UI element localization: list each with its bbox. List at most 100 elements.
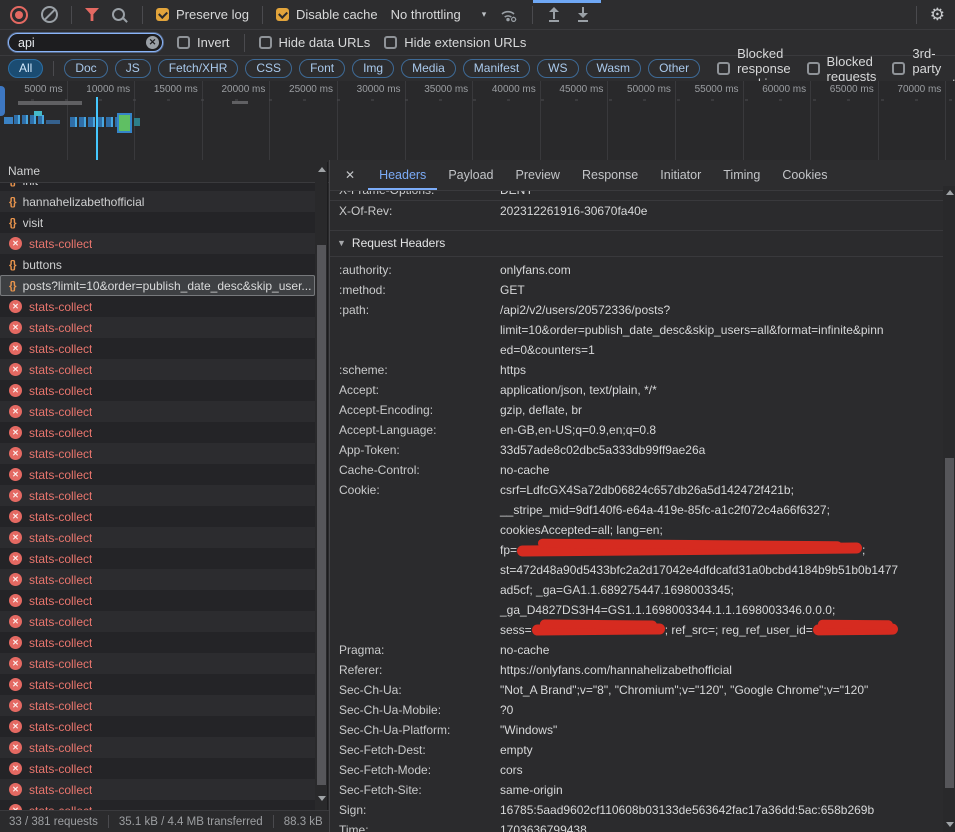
filter-pill-fetch-xhr[interactable]: Fetch/XHR — [158, 59, 239, 78]
filter-toggle-icon[interactable] — [85, 8, 99, 21]
tab-timing[interactable]: Timing — [712, 160, 771, 190]
request-row[interactable]: ✕stats-collect — [0, 401, 315, 422]
header-name: Accept-Language: — [330, 420, 500, 440]
name-column-header[interactable]: Name — [0, 160, 330, 183]
hide-extension-urls-label: Hide extension URLs — [404, 35, 526, 50]
tab-preview[interactable]: Preview — [505, 160, 571, 190]
request-row[interactable]: ✕stats-collect — [0, 695, 315, 716]
tab-payload[interactable]: Payload — [437, 160, 504, 190]
throttling-dropdown[interactable]: No throttling ▾ — [391, 7, 487, 22]
request-row[interactable]: ✕stats-collect — [0, 233, 315, 254]
request-row[interactable]: ✕stats-collect — [0, 716, 315, 737]
hide-extension-urls-checkbox[interactable]: Hide extension URLs — [384, 35, 526, 50]
import-har-icon[interactable] — [546, 7, 562, 22]
checkbox-label: Blocked requests — [827, 54, 877, 84]
request-row[interactable]: ✕stats-collect — [0, 464, 315, 485]
header-name: Sec-Fetch-Mode: — [330, 760, 500, 780]
request-row[interactable]: ✕stats-collect — [0, 296, 315, 317]
tab-initiator[interactable]: Initiator — [649, 160, 712, 190]
tab-headers[interactable]: Headers — [368, 160, 437, 190]
invert-checkbox[interactable]: Invert — [177, 35, 230, 50]
request-row[interactable]: ✕stats-collect — [0, 779, 315, 800]
tab-cookies[interactable]: Cookies — [771, 160, 838, 190]
request-row[interactable]: ✕stats-collect — [0, 653, 315, 674]
request-row[interactable]: ✕stats-collect — [0, 632, 315, 653]
header-value-text: /api2/v2/users/20572336/posts? — [500, 303, 670, 317]
scrollbar-thumb[interactable] — [945, 458, 954, 788]
overview-column: 20000 ms — [203, 81, 271, 160]
request-row[interactable]: ✕stats-collect — [0, 338, 315, 359]
network-conditions-icon[interactable] — [499, 7, 519, 23]
request-row[interactable]: {}visit — [0, 212, 315, 233]
filter-pill-css[interactable]: CSS — [245, 59, 292, 78]
record-network-log-button[interactable] — [10, 6, 28, 24]
request-row[interactable]: ✕stats-collect — [0, 611, 315, 632]
request-row[interactable]: ✕stats-collect — [0, 674, 315, 695]
request-row[interactable]: {}init — [0, 183, 315, 191]
request-headers-list: :authority:onlyfans.com:method:GET:path:… — [330, 257, 955, 832]
request-row[interactable]: ✕stats-collect — [0, 422, 315, 443]
request-row[interactable]: ✕stats-collect — [0, 506, 315, 527]
request-row[interactable]: ✕stats-collect — [0, 737, 315, 758]
filter-pill-media[interactable]: Media — [401, 59, 456, 78]
disclosure-triangle-icon: ▼ — [337, 231, 346, 256]
header-value-text: _ga_D4827DS3H4=GS1.1.1698003344.1.1.1698… — [500, 603, 835, 617]
request-row[interactable]: ✕stats-collect — [0, 548, 315, 569]
filter-pill-all[interactable]: All — [8, 59, 43, 78]
filter-pill-js[interactable]: JS — [115, 59, 151, 78]
preserve-log-checkbox[interactable]: Preserve log — [156, 7, 249, 22]
request-row[interactable]: ✕stats-collect — [0, 569, 315, 590]
disable-cache-checkbox[interactable]: Disable cache — [276, 7, 378, 22]
request-failed-icon: ✕ — [9, 741, 22, 754]
scroll-up-arrow[interactable] — [318, 167, 326, 172]
request-list-scrollbar[interactable] — [315, 162, 328, 810]
request-row[interactable]: ✕stats-collect — [0, 527, 315, 548]
status-divider — [273, 815, 274, 828]
timeline-tick-label: 15000 ms — [135, 81, 202, 95]
hide-data-urls-checkbox[interactable]: Hide data URLs — [259, 35, 371, 50]
json-request-icon: {} — [9, 196, 16, 208]
tab-response[interactable]: Response — [571, 160, 649, 190]
filter-input[interactable] — [8, 33, 163, 52]
close-icon[interactable]: ✕ — [330, 168, 368, 182]
request-row[interactable]: ✕stats-collect — [0, 485, 315, 506]
scrollbar-thumb[interactable] — [317, 245, 326, 785]
filter-pill-other[interactable]: Other — [648, 59, 700, 78]
request-headers-section[interactable]: ▼ Request Headers — [330, 230, 955, 257]
request-row[interactable]: ✕stats-collect — [0, 443, 315, 464]
scroll-up-arrow[interactable] — [946, 190, 954, 195]
request-row[interactable]: {}hannahelizabethofficial — [0, 191, 315, 212]
request-row[interactable]: ✕stats-collect — [0, 380, 315, 401]
request-row[interactable]: ✕stats-collect — [0, 359, 315, 380]
clear-filter-icon[interactable]: ✕ — [146, 36, 159, 49]
scroll-down-arrow[interactable] — [946, 822, 954, 827]
export-har-icon[interactable] — [575, 7, 591, 22]
header-name: Accept: — [330, 380, 500, 400]
filter-pill-img[interactable]: Img — [352, 59, 394, 78]
filter-pill-doc[interactable]: Doc — [64, 59, 107, 78]
overview-brush-handle[interactable] — [0, 86, 5, 116]
scroll-down-arrow[interactable] — [318, 796, 326, 801]
headers-pane-scrollbar[interactable] — [943, 186, 955, 832]
filter-pill-manifest[interactable]: Manifest — [463, 59, 530, 78]
request-row[interactable]: {}buttons — [0, 254, 315, 275]
blocked-requests-checkbox[interactable]: Blocked requests — [807, 54, 877, 84]
header-value-text: gzip, deflate, br — [500, 403, 582, 417]
clear-network-log-button[interactable] — [41, 6, 58, 23]
request-row[interactable]: ✕stats-collect — [0, 317, 315, 338]
timeline-overview[interactable]: 5000 ms10000 ms15000 ms20000 ms25000 ms3… — [0, 81, 955, 161]
request-row[interactable]: {}posts?limit=10&order=publish_date_desc… — [0, 275, 315, 296]
header-name: X-Frame-Options: — [330, 191, 500, 200]
filter-pill-ws[interactable]: WS — [537, 59, 578, 78]
request-row[interactable]: ✕stats-collect — [0, 758, 315, 779]
request-row[interactable]: ✕stats-collect — [0, 800, 315, 810]
timeline-tick-label: 50000 ms — [608, 81, 675, 95]
filter-pill-font[interactable]: Font — [299, 59, 345, 78]
settings-gear-icon[interactable]: ⚙ — [930, 6, 945, 23]
header-value-text: cors — [500, 763, 523, 777]
header-value: ?0 — [500, 700, 955, 720]
header-row: Sec-Fetch-Site:same-origin — [330, 780, 955, 800]
filter-pill-wasm[interactable]: Wasm — [586, 59, 642, 78]
search-icon[interactable] — [112, 8, 125, 21]
request-row[interactable]: ✕stats-collect — [0, 590, 315, 611]
